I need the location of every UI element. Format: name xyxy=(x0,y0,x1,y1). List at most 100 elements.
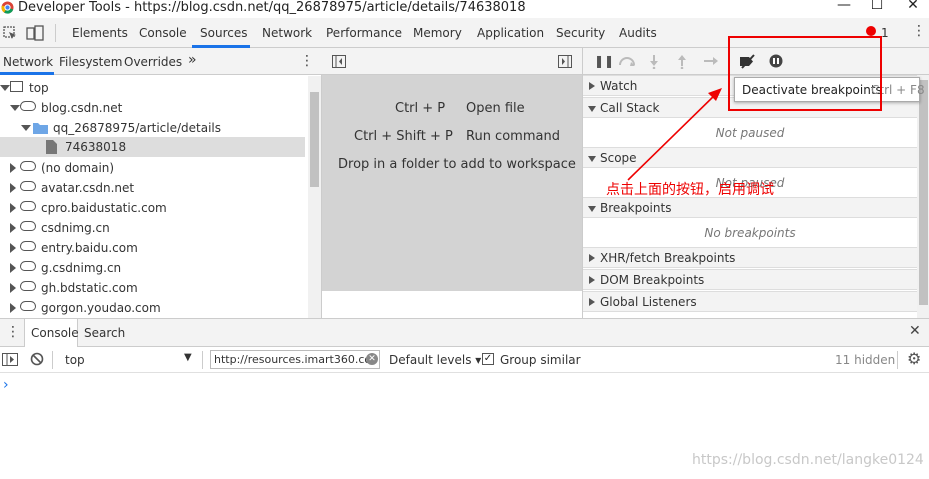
section-global-listeners[interactable]: Global Listeners xyxy=(583,291,917,312)
frame-icon xyxy=(10,81,23,92)
expand-triangle-icon[interactable] xyxy=(588,106,596,112)
tab-sources[interactable]: Sources xyxy=(200,26,247,40)
close-window-button[interactable]: ✕ xyxy=(900,0,926,13)
collapse-triangle-icon[interactable] xyxy=(10,223,16,233)
tree-item-domain[interactable]: gorgon.youdao.com xyxy=(0,298,305,318)
step-icon[interactable] xyxy=(703,56,719,66)
tree-item-domain[interactable]: cpro.baidustatic.com xyxy=(0,198,305,218)
error-icon[interactable] xyxy=(866,26,876,36)
tree-label: gorgon.youdao.com xyxy=(41,301,161,315)
tree-label: top xyxy=(29,81,49,95)
tab-elements[interactable]: Elements xyxy=(72,26,128,40)
open-file-shortcut: Ctrl + P xyxy=(395,101,446,116)
step-over-icon[interactable] xyxy=(618,56,636,67)
tree-label: csdnimg.cn xyxy=(41,221,110,235)
navigator-menu-icon[interactable]: ⋮ xyxy=(300,53,314,69)
tab-audits[interactable]: Audits xyxy=(619,26,657,40)
collapse-triangle-icon[interactable] xyxy=(10,203,16,213)
nav-tab-network[interactable]: Network xyxy=(3,55,53,69)
open-file-label[interactable]: Open file xyxy=(466,101,525,116)
tab-security[interactable]: Security xyxy=(556,26,605,40)
expand-triangle-icon[interactable] xyxy=(588,156,596,162)
step-out-icon[interactable] xyxy=(677,54,687,69)
cloud-icon xyxy=(20,161,36,171)
section-dom-breakpoints[interactable]: DOM Breakpoints xyxy=(583,269,917,290)
tree-item-file-selected[interactable]: 74638018 xyxy=(0,137,305,157)
tab-search-drawer[interactable]: Search xyxy=(84,326,125,340)
nav-tab-filesystem[interactable]: Filesystem xyxy=(59,55,122,69)
tree-item-domain[interactable]: gh.bdstatic.com xyxy=(0,278,305,298)
tab-network[interactable]: Network xyxy=(262,26,312,40)
expand-triangle-icon[interactable] xyxy=(588,206,596,212)
tree-label: blog.csdn.net xyxy=(41,101,123,115)
collapse-triangle-icon[interactable] xyxy=(589,82,595,90)
group-similar-checkbox[interactable]: ✓ xyxy=(482,353,494,365)
clear-filter-icon[interactable]: ✕ xyxy=(366,353,378,365)
cloud-icon xyxy=(20,221,36,231)
tree-item-domain[interactable]: (no domain) xyxy=(0,158,305,178)
pause-icon[interactable]: ❚❚ xyxy=(594,54,614,68)
console-filter-input[interactable] xyxy=(210,350,380,369)
clear-console-icon[interactable] xyxy=(30,352,44,366)
section-label: XHR/fetch Breakpoints xyxy=(600,251,736,265)
tree-item-domain[interactable]: g.csdnimg.cn xyxy=(0,258,305,278)
scrollbar-thumb[interactable] xyxy=(919,80,928,305)
navigator-scrollbar[interactable] xyxy=(308,76,321,318)
console-settings-gear-icon[interactable]: ⚙ xyxy=(907,349,921,368)
collapse-triangle-icon[interactable] xyxy=(10,263,16,273)
collapse-triangle-icon[interactable] xyxy=(589,298,595,306)
tab-memory[interactable]: Memory xyxy=(413,26,462,40)
close-drawer-icon[interactable]: ✕ xyxy=(909,323,921,339)
tree-item-domain[interactable]: csdnimg.cn xyxy=(0,218,305,238)
section-breakpoints[interactable]: Breakpoints xyxy=(583,197,917,218)
toggle-debugger-icon[interactable] xyxy=(558,55,572,68)
tree-item-domain[interactable]: blog.csdn.net xyxy=(0,98,305,118)
console-toolbar: top ▼ ✕ Default levels ▾ ✓ Group similar… xyxy=(0,347,929,373)
divider xyxy=(897,351,898,369)
cloud-icon xyxy=(20,281,36,291)
collapse-triangle-icon[interactable] xyxy=(10,183,16,193)
collapse-triangle-icon[interactable] xyxy=(10,163,16,173)
tree-label: avatar.csdn.net xyxy=(41,181,135,195)
tree-item-domain[interactable]: avatar.csdn.net xyxy=(0,178,305,198)
tab-application[interactable]: Application xyxy=(477,26,544,40)
drawer-menu-icon[interactable]: ⋮ xyxy=(6,324,20,340)
toggle-navigator-icon[interactable] xyxy=(332,55,346,68)
show-sidebar-icon[interactable] xyxy=(2,353,18,366)
error-count[interactable]: 1 xyxy=(881,26,889,40)
debugger-scrollbar[interactable] xyxy=(917,75,929,318)
expand-triangle-icon[interactable] xyxy=(10,105,20,111)
editor-placeholder: Ctrl + P Open file Ctrl + Shift + P Run … xyxy=(322,48,582,291)
inspect-element-icon[interactable] xyxy=(3,26,17,40)
more-tabs-icon[interactable]: » xyxy=(188,52,197,68)
scrollbar-thumb[interactable] xyxy=(310,92,319,187)
collapse-triangle-icon[interactable] xyxy=(10,243,16,253)
nav-tab-overrides[interactable]: Overrides xyxy=(124,55,182,69)
maximize-button[interactable]: ☐ xyxy=(864,0,890,13)
context-selector[interactable]: top xyxy=(65,353,85,367)
dropdown-arrow-icon[interactable]: ▼ xyxy=(184,352,192,363)
cloud-icon xyxy=(20,181,36,191)
tab-console[interactable]: Console xyxy=(139,26,187,40)
collapse-triangle-icon[interactable] xyxy=(589,254,595,262)
collapse-triangle-icon[interactable] xyxy=(10,303,16,313)
collapse-triangle-icon[interactable] xyxy=(10,283,16,293)
collapse-triangle-icon[interactable] xyxy=(589,276,595,284)
file-icon xyxy=(46,140,57,154)
tree-item-top[interactable]: top xyxy=(0,78,305,98)
tab-performance[interactable]: Performance xyxy=(326,26,402,40)
tab-console-drawer[interactable]: Console xyxy=(24,319,79,347)
console-prompt[interactable]: › xyxy=(3,377,9,393)
expand-triangle-icon[interactable] xyxy=(21,125,31,131)
device-toolbar-icon[interactable] xyxy=(26,25,44,41)
run-command-label[interactable]: Run command xyxy=(466,129,560,144)
group-similar-label: Group similar xyxy=(500,353,581,367)
expand-triangle-icon[interactable] xyxy=(0,85,10,91)
section-xhr-breakpoints[interactable]: XHR/fetch Breakpoints xyxy=(583,247,917,268)
more-options-icon[interactable]: ⋮ xyxy=(912,23,926,39)
log-levels-dropdown[interactable]: Default levels ▾ xyxy=(389,353,481,367)
tree-item-domain[interactable]: entry.baidu.com xyxy=(0,238,305,258)
tree-item-folder[interactable]: qq_26878975/article/details xyxy=(0,118,305,138)
minimize-button[interactable]: — xyxy=(831,0,857,13)
step-into-icon[interactable] xyxy=(649,54,659,69)
